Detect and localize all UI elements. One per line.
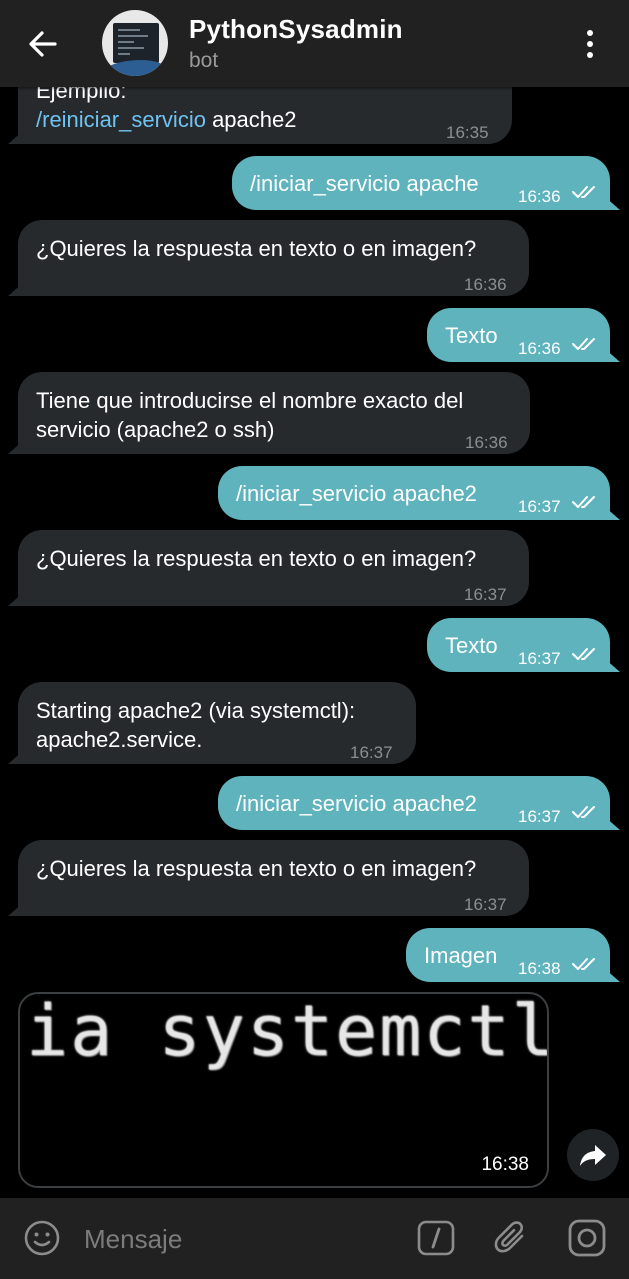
image-content-text: ia systemctl [26,992,549,1072]
message-text: ¿Quieres la respuesta en texto o en imag… [36,236,477,261]
message-time: 16:36 [464,275,507,294]
message-text-line2: servicio (apache2 o ssh) [36,417,275,442]
message-text-line2: /reiniciar_servicio apache2 [36,107,297,132]
slash-command-icon [417,1220,455,1256]
command-link[interactable]: /iniciar_servicio [236,791,386,816]
message-text: Texto [445,323,498,348]
message-text-line2: apache2.service. [36,727,203,752]
emoji-button[interactable] [22,1218,62,1258]
message-time: 16:35 [446,123,489,142]
message-bubble-incoming[interactable]: Tiene que introducirse el nombre exacto … [18,372,530,454]
message-time: 16:38 [518,959,561,978]
message-time: 16:36 [518,339,561,358]
message-text: /iniciar_servicio apache2 [236,791,477,816]
command-link[interactable]: /iniciar_servicio [236,481,386,506]
message-time: 16:37 [350,743,393,762]
message-text: /iniciar_servicio apache [250,169,479,198]
avatar[interactable] [102,10,168,76]
message-time: 16:37 [518,649,561,668]
message-bubble-incoming[interactable]: ¿Quieres la respuesta en texto o en imag… [18,220,529,296]
chat-title[interactable]: PythonSysadmin [189,14,403,45]
message-text: ¿Quieres la respuesta en texto o en imag… [36,856,477,881]
camera-button[interactable] [567,1218,607,1258]
message-bubble-incoming[interactable]: ¿Quieres la respuesta en texto o en imag… [18,530,529,606]
message-input-bar [0,1198,629,1279]
message-time: 16:37 [464,585,507,604]
attach-button[interactable] [492,1218,532,1258]
message-text: Texto [445,633,498,658]
arrow-left-icon [29,31,57,57]
double-check-icon [572,806,595,818]
message-text: /iniciar_servicio apache2 [236,481,477,506]
message-bubble-outgoing[interactable]: /iniciar_servicio apache2 16:37 [218,466,610,520]
command-link[interactable]: /iniciar_servicio apache [250,171,479,196]
message-time: 16:37 [518,807,561,826]
message-bubble-outgoing[interactable]: Imagen 16:38 [406,928,610,982]
message-text: ¿Quieres la respuesta en texto o en imag… [36,546,477,571]
share-button[interactable] [567,1129,619,1181]
message-text: Starting apache2 (via systemctl): [36,698,356,723]
double-check-icon [572,496,595,508]
message-bubble-outgoing[interactable]: Texto 16:37 [427,618,610,672]
double-check-icon [572,186,595,198]
message-bubble-outgoing[interactable]: Texto 16:36 [427,308,610,362]
message-text: Tiene que introducirse el nombre exacto … [36,388,464,413]
message-bubble-incoming[interactable]: ¿Quieres la respuesta en texto o en imag… [18,840,529,916]
more-menu-button[interactable] [575,22,605,66]
message-time: 16:37 [464,895,507,914]
message-time: 16:38 [481,1154,529,1175]
message-bubble-outgoing[interactable]: /iniciar_servicio apache 16:36 [232,156,610,210]
paperclip-icon [494,1221,524,1253]
instagram-camera-icon [568,1219,606,1257]
more-vertical-icon [587,30,593,36]
chat-header: PythonSysadmin bot [0,0,629,87]
chat-area: Ejemplio: /reiniciar_servicio apache2 16… [0,0,629,1198]
avatar-image [113,23,159,63]
message-bubble-outgoing[interactable]: /iniciar_servicio apache2 16:37 [218,776,610,830]
message-bubble-incoming[interactable]: Starting apache2 (via systemctl): apache… [18,682,416,764]
share-arrow-icon [580,1145,606,1166]
message-text: Imagen [424,943,498,968]
message-time: 16:37 [518,497,561,516]
emoji-icon [24,1220,60,1256]
message-input[interactable] [82,1218,386,1260]
bot-command-button[interactable] [416,1218,456,1258]
image-message[interactable]: ia systemctl 16:38 [18,992,549,1188]
double-check-icon [572,338,595,350]
back-button[interactable] [22,22,66,66]
double-check-icon [572,958,595,970]
message-time: 16:36 [518,187,561,206]
command-link[interactable]: /reiniciar_servicio [36,107,206,132]
chat-subtitle: bot [189,49,219,72]
message-time: 16:36 [465,433,508,452]
double-check-icon [572,648,595,660]
